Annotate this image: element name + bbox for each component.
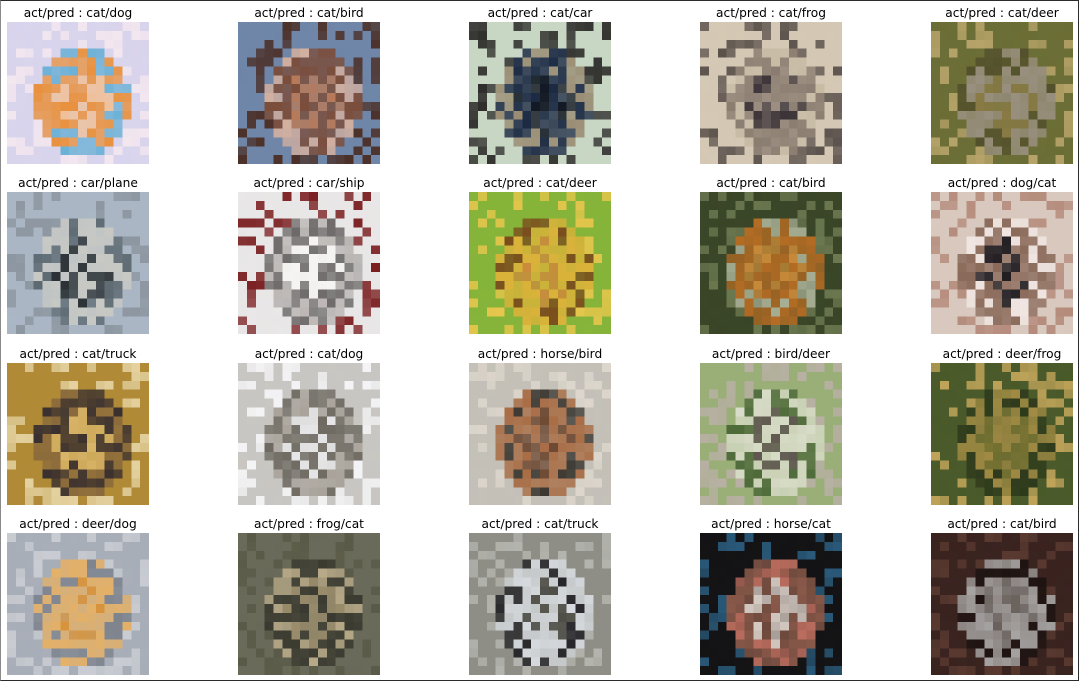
cell-caption: act/pred : cat/bird (254, 6, 364, 20)
cell-caption: act/pred : cat/car (487, 6, 593, 20)
thumbnail-car-image (7, 192, 149, 334)
thumbnail-deer-image (931, 363, 1073, 505)
thumbnail-horse-image (469, 363, 611, 505)
thumbnail-cat-image (238, 22, 380, 164)
cell-caption: act/pred : bird/deer (711, 347, 831, 361)
grid-cell: act/pred : cat/deer (931, 0, 1082, 170)
cell-caption: act/pred : cat/bird (947, 517, 1057, 531)
thumbnail-deer-image (7, 533, 149, 675)
thumbnail-dog-image (931, 192, 1073, 334)
thumbnail-cat-image (238, 363, 380, 505)
image-grid: act/pred : cat/dog act/pred : cat/bird act… (0, 0, 1082, 684)
cell-caption: act/pred : cat/truck (19, 347, 137, 361)
grid-cell: act/pred : cat/car (469, 0, 669, 170)
cell-caption: act/pred : cat/dog (23, 6, 133, 20)
cell-caption: act/pred : deer/frog (942, 347, 1062, 361)
cell-caption: act/pred : car/ship (253, 176, 365, 190)
grid-cell: act/pred : cat/truck (7, 341, 207, 511)
cell-caption: act/pred : horse/bird (477, 347, 603, 361)
grid-cell: act/pred : car/plane (7, 170, 207, 340)
cell-caption: act/pred : cat/bird (716, 176, 826, 190)
cell-caption: act/pred : dog/cat (947, 176, 1057, 190)
grid-cell: act/pred : cat/bird (931, 511, 1082, 681)
thumbnail-cat-image (7, 363, 149, 505)
thumbnail-cat-image (7, 22, 149, 164)
cell-caption: act/pred : horse/cat (711, 517, 831, 531)
grid-cell: act/pred : horse/cat (700, 511, 900, 681)
thumbnail-cat-image (469, 22, 611, 164)
thumbnail-cat-image (931, 22, 1073, 164)
thumbnail-cat-image (469, 192, 611, 334)
cell-caption: act/pred : cat/dog (254, 347, 364, 361)
grid-cell: act/pred : cat/dog (7, 0, 207, 170)
grid-cell: act/pred : cat/deer (469, 170, 669, 340)
thumbnail-cat-image (931, 533, 1073, 675)
cell-caption: act/pred : frog/cat (254, 517, 364, 531)
grid-cell: act/pred : bird/deer (700, 341, 900, 511)
thumbnail-frog-image (238, 533, 380, 675)
grid-cell: act/pred : dog/cat (931, 170, 1082, 340)
grid-cell: act/pred : deer/frog (931, 341, 1082, 511)
grid-cell: act/pred : cat/truck (469, 511, 669, 681)
grid-cell: act/pred : frog/cat (238, 511, 438, 681)
grid-cell: act/pred : car/ship (238, 170, 438, 340)
grid-cell: act/pred : cat/dog (238, 341, 438, 511)
cell-caption: act/pred : deer/dog (19, 517, 137, 531)
cell-caption: act/pred : cat/truck (481, 517, 599, 531)
cell-caption: act/pred : cat/deer (945, 6, 1059, 20)
thumbnail-horse-image (700, 533, 842, 675)
grid-cell: act/pred : cat/frog (700, 0, 900, 170)
grid-cell: act/pred : cat/bird (238, 0, 438, 170)
cell-caption: act/pred : cat/frog (716, 6, 826, 20)
grid-cell: act/pred : deer/dog (7, 511, 207, 681)
grid-cell: act/pred : cat/bird (700, 170, 900, 340)
thumbnail-cat-image (700, 22, 842, 164)
thumbnail-car-image (238, 192, 380, 334)
cell-caption: act/pred : cat/deer (483, 176, 597, 190)
cell-caption: act/pred : car/plane (18, 176, 138, 190)
thumbnail-bird-image (700, 363, 842, 505)
grid-cell: act/pred : horse/bird (469, 341, 669, 511)
thumbnail-cat-image (700, 192, 842, 334)
thumbnail-cat-image (469, 533, 611, 675)
